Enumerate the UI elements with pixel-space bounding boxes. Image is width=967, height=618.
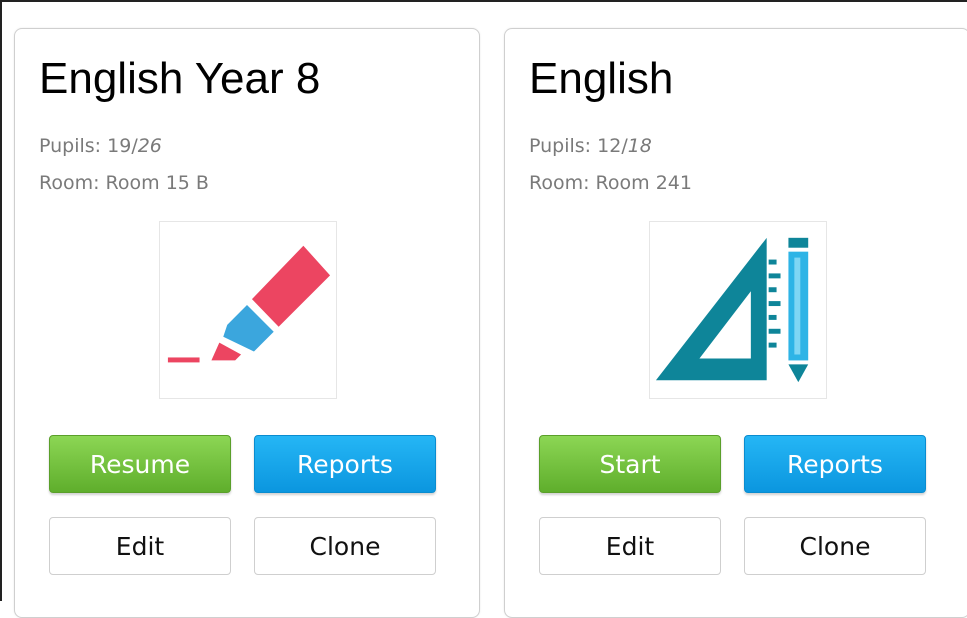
pupils-count: Pupils: 12/18 <box>529 135 652 157</box>
edit-button[interactable]: Edit <box>539 517 721 575</box>
class-card: English Pupils: 12/18 Room: Room 241 Sta… <box>504 28 967 618</box>
reports-button[interactable]: Reports <box>254 435 436 493</box>
edit-button[interactable]: Edit <box>49 517 231 575</box>
room-info: Room: Room 241 <box>529 172 692 194</box>
reports-button[interactable]: Reports <box>744 435 926 493</box>
clone-button[interactable]: Clone <box>254 517 436 575</box>
highlighter-icon <box>167 245 331 363</box>
pupils-count: Pupils: 19/26 <box>39 135 162 157</box>
room-info: Room: Room 15 B <box>39 172 209 194</box>
start-button[interactable]: Start <box>539 435 721 493</box>
class-thumbnail[interactable] <box>649 221 827 399</box>
class-thumbnail[interactable] <box>159 221 337 399</box>
set-square-pencil-icon <box>655 237 809 383</box>
class-card: English Year 8 Pupils: 19/26 Room: Room … <box>14 28 480 618</box>
clone-button[interactable]: Clone <box>744 517 926 575</box>
class-title: English Year 8 <box>39 54 321 103</box>
class-list: English Year 8 Pupils: 19/26 Room: Room … <box>0 0 967 618</box>
resume-button[interactable]: Resume <box>49 435 231 493</box>
class-title: English <box>529 54 674 103</box>
